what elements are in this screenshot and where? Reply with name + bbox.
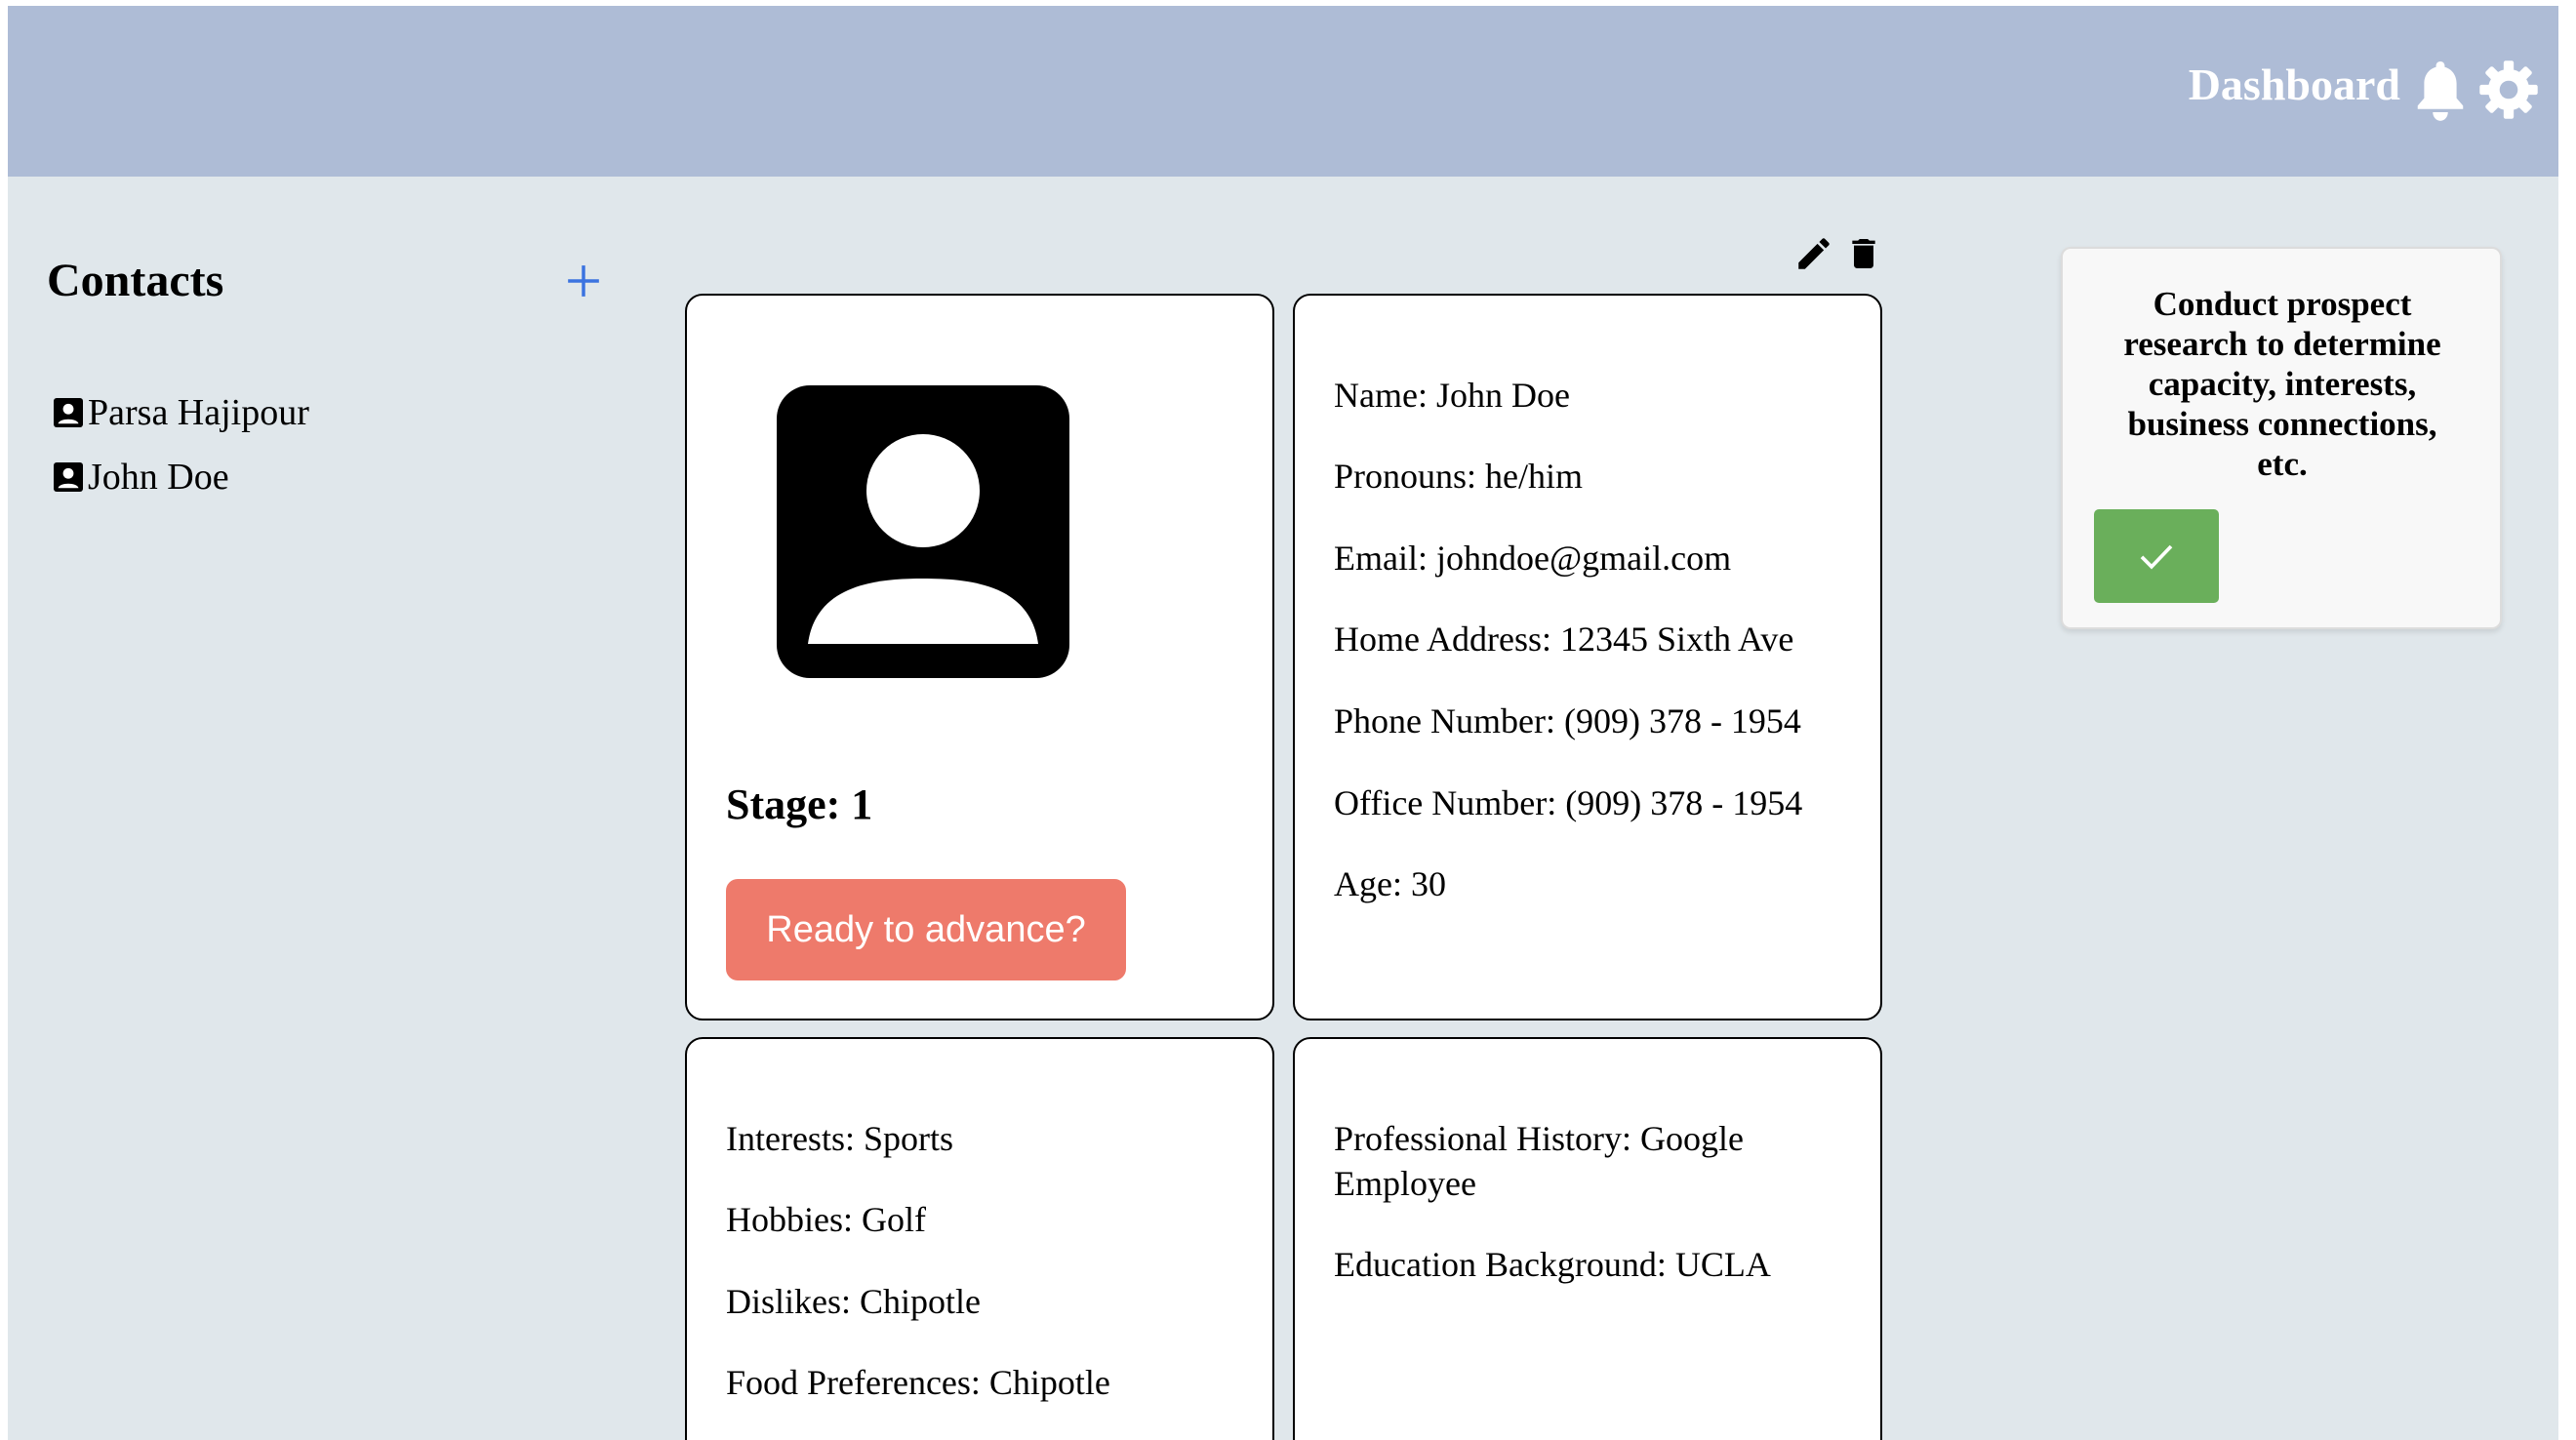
- hobbies-field: Hobbies: Golf: [726, 1200, 926, 1239]
- checkmark-icon: [2140, 544, 2173, 570]
- age-field: Age: 30: [1334, 864, 1446, 903]
- contact-item-john-doe[interactable]: John Doe: [51, 453, 229, 501]
- professional-card: Professional History: Google Employee Ed…: [1293, 1037, 1882, 1440]
- avatar-placeholder-icon: [777, 385, 1069, 678]
- stage-label: Stage: 1: [726, 780, 873, 828]
- dashboard-link[interactable]: Dashboard: [2189, 62, 2400, 107]
- education-background-field: Education Background: UCLA: [1334, 1245, 1771, 1284]
- personal-preferences-card: Interests: Sports Hobbies: Golf Dislikes…: [685, 1037, 1274, 1440]
- contact-info-card: Name: John Doe Pronouns: he/him Email: j…: [1293, 294, 1882, 1020]
- task-description: Conduct prospect research to determine c…: [2123, 285, 2441, 483]
- contact-name: John Doe: [88, 457, 229, 498]
- trash-icon[interactable]: [1844, 232, 1883, 275]
- contact-item-parsa-hajipour[interactable]: Parsa Hajipour: [51, 388, 309, 437]
- professional-history-field: Professional History: Google Employee: [1334, 1119, 1744, 1203]
- contact-card-icon: [54, 462, 83, 492]
- contacts-heading: Contacts: [47, 255, 224, 306]
- home-address-field: Home Address: 12345 Sixth Ave: [1334, 620, 1794, 659]
- bell-icon[interactable]: [2414, 61, 2467, 122]
- top-bar: Dashboard: [8, 6, 2558, 177]
- ready-to-advance-button[interactable]: Ready to advance?: [726, 879, 1126, 980]
- office-number-field: Office Number: (909) 378 - 1954: [1334, 783, 1803, 822]
- phone-number-field: Phone Number: (909) 378 - 1954: [1334, 701, 1801, 740]
- pencil-icon[interactable]: [1793, 232, 1834, 275]
- plus-icon[interactable]: [565, 262, 602, 300]
- task-card: Conduct prospect research to determine c…: [2061, 247, 2502, 629]
- contact-card-icon: [54, 398, 83, 427]
- contact-name: Parsa Hajipour: [88, 392, 309, 433]
- pronouns-field: Pronouns: he/him: [1334, 457, 1584, 496]
- app-window: Dashboard Contacts Parsa Hajipour John D…: [8, 6, 2558, 1440]
- name-field: Name: John Doe: [1334, 376, 1570, 415]
- dislikes-field: Dislikes: Chipotle: [726, 1282, 981, 1321]
- gear-icon[interactable]: [2478, 60, 2539, 120]
- email-field: Email: johndoe@gmail.com: [1334, 539, 1732, 578]
- food-preferences-field: Food Preferences: Chipotle: [726, 1363, 1110, 1402]
- complete-task-button[interactable]: [2094, 509, 2219, 603]
- interests-field: Interests: Sports: [726, 1119, 953, 1158]
- profile-avatar-card: Stage: 1 Ready to advance?: [685, 294, 1274, 1020]
